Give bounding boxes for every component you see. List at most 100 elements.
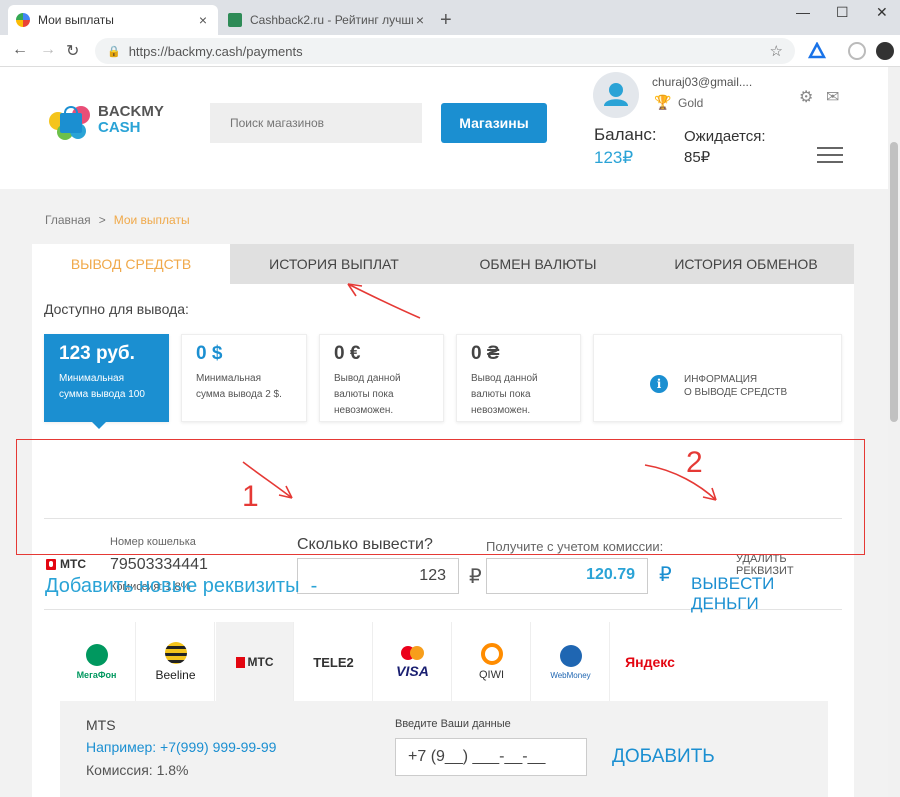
trophy-icon: 🏆 [654,94,672,110]
balance-card-uah[interactable]: 0 ₴ Вывод данной валюты пока невозможен. [456,334,581,422]
provider-tele2[interactable]: TELE2 [295,622,373,702]
mts-logo: МТС [46,557,86,571]
user-icon [604,83,628,106]
mts-egg-icon [235,656,245,668]
balance-card-eur[interactable]: 0 € Вывод данной валюты пока невозможен. [319,334,444,422]
mts-logo-text: МТС [60,557,86,571]
logo-text[interactable]: BACKMY CASH [98,104,164,136]
breadcrumb-home[interactable]: Главная [45,213,91,227]
card-amount: 0 ₴ [471,343,500,364]
user-status: Gold [678,96,704,110]
expected-label: Ожидается: [684,128,766,145]
provider-label: VISA [396,662,429,679]
browser-tab-cashback2[interactable]: Cashback2.ru - Рейтинг лучших × [220,5,435,35]
download-icon[interactable] [876,42,894,60]
provider-webmoney[interactable]: WebMoney [532,622,610,702]
provider-beeline[interactable]: Beeline [137,622,215,702]
minimize-icon[interactable]: — [796,4,810,20]
card-amount: 0 $ [196,343,223,364]
card-note: Минимальная сумма вывода 2 $. [196,373,282,400]
breadcrumb-separator: > [98,213,106,227]
annotation-number-2: 2 [686,446,703,479]
scrollbar-thumb[interactable] [890,142,898,422]
collapse-toggle[interactable]: - [311,575,318,597]
balance-label: Баланс: [594,125,657,144]
provider-mts[interactable]: МТС [216,622,294,702]
form-input-label: Введите Ваши данные [395,718,511,730]
back-arrow-icon[interactable]: ← [12,41,28,59]
backmy-cash-logo-icon[interactable] [48,97,93,142]
tab-exchange-history[interactable]: ИСТОРИЯ ОБМЕНОВ [638,244,854,284]
card-note: Вывод данной валюты пока невозможен. [471,373,538,416]
breadcrumb-current: Мои выплаты [113,213,190,227]
user-email: churaj03@gmail.... [652,75,753,89]
card-amount: 0 € [334,343,361,364]
provider-label: МТС [247,655,274,669]
breadcrumb: Главная > Мои выплаты [45,213,190,227]
withdraw-amount-input[interactable] [297,558,459,594]
avatar[interactable] [593,72,639,118]
ruble-sign: ₽ [659,564,672,586]
menu-icon[interactable] [817,147,843,163]
tab-payout-history[interactable]: ИСТОРИЯ ВЫПЛАТ [230,244,438,284]
form-commission: Комиссия: 1.8% [86,762,189,778]
provider-qiwi[interactable]: QIWI [453,622,531,702]
tab-withdraw[interactable]: ВЫВОД СРЕДСТВ [32,244,230,284]
browser-tab-payments[interactable]: Мои выплаты × [8,5,218,35]
card-note: Минимальная сумма вывода 100 ₽ [59,373,145,400]
close-tab-icon[interactable]: × [413,12,427,28]
close-tab-icon[interactable]: × [196,12,210,28]
provider-label: Beeline [155,668,196,682]
new-tab-button[interactable]: + [440,9,452,32]
info-text: ИНФОРМАЦИЯ О ВЫВОДЕ СРЕДСТВ [684,373,787,399]
site-favicon-icon [228,13,242,27]
browser-tab-title: Мои выплаты [38,13,114,27]
add-requisites-title[interactable]: Добавить новые реквизиты - [45,575,317,598]
provider-yandex[interactable]: Яндекс [611,622,689,702]
shop-search-input[interactable] [210,103,422,143]
page-content: BACKMY CASH Магазины churaj03@gmail.... … [0,67,888,797]
phone-input[interactable] [395,738,587,776]
bookmark-star-icon[interactable]: ☆ [770,42,783,60]
info-icon: i [650,375,668,393]
expected-value: 85₽ [684,149,711,166]
balance-card-usd[interactable]: 0 $ Минимальная сумма вывода 2 $. [181,334,307,422]
gear-icon[interactable]: ⚙ [799,87,813,107]
mail-icon[interactable]: ✉ [826,87,839,107]
site-favicon-icon [16,13,30,27]
profile-icon[interactable] [848,42,866,60]
address-bar[interactable]: 🔒 https://backmy.cash/payments ☆ [95,38,795,64]
maximize-icon[interactable]: ☐ [836,4,849,21]
form-provider-name: MTS [86,717,116,733]
withdraw-info-card[interactable]: i ИНФОРМАЦИЯ О ВЫВОДЕ СРЕДСТВ [593,334,842,422]
provider-megafon[interactable]: МегаФон [58,622,136,702]
provider-label: QIWI [478,669,505,681]
lock-icon: 🔒 [107,45,121,58]
tab-currency-exchange[interactable]: ОБМЕН ВАЛЮТЫ [438,244,638,284]
annotation-highlight-box [16,439,865,555]
mts-egg-icon [46,558,56,570]
browser-tabstrip: Мои выплаты × Cashback2.ru - Рейтинг луч… [0,0,900,35]
add-requisite-form: MTS Например: +7(999) 999-99-99 Комиссия… [60,701,828,797]
close-window-icon[interactable]: ✕ [876,4,888,21]
add-button[interactable]: ДОБАВИТЬ [612,746,715,768]
mts-logo: МТС [235,655,274,669]
available-label: Доступно для вывода: [44,301,189,317]
result-amount: 120.79 [486,558,648,594]
forward-arrow-icon[interactable]: → [40,41,56,59]
wallet-number: 79503334441 [110,556,208,573]
provider-label: WebMoney [550,670,591,680]
balance-card-rub[interactable]: 123 руб. Минимальная сумма вывода 100 ₽ [44,334,169,429]
payment-providers: МегаФон Beeline МТС TELE2 VISA QIWI WebM… [58,622,688,702]
beeline-icon [164,642,187,664]
mastercard-icon [401,645,424,660]
shops-button[interactable]: Магазины [441,103,547,143]
provider-visa[interactable]: VISA [374,622,452,702]
logo-line-1: BACKMY [98,103,164,120]
withdraw-money-button[interactable]: ВЫВЕСТИ ДЕНЬГИ [691,574,842,614]
add-requisites-label: Добавить новые реквизиты [45,575,300,597]
provider-label: Яндекс [625,654,675,670]
reload-icon[interactable]: ↻ [66,41,79,61]
extension-icon[interactable] [807,41,827,60]
scrollbar[interactable] [888,67,900,797]
